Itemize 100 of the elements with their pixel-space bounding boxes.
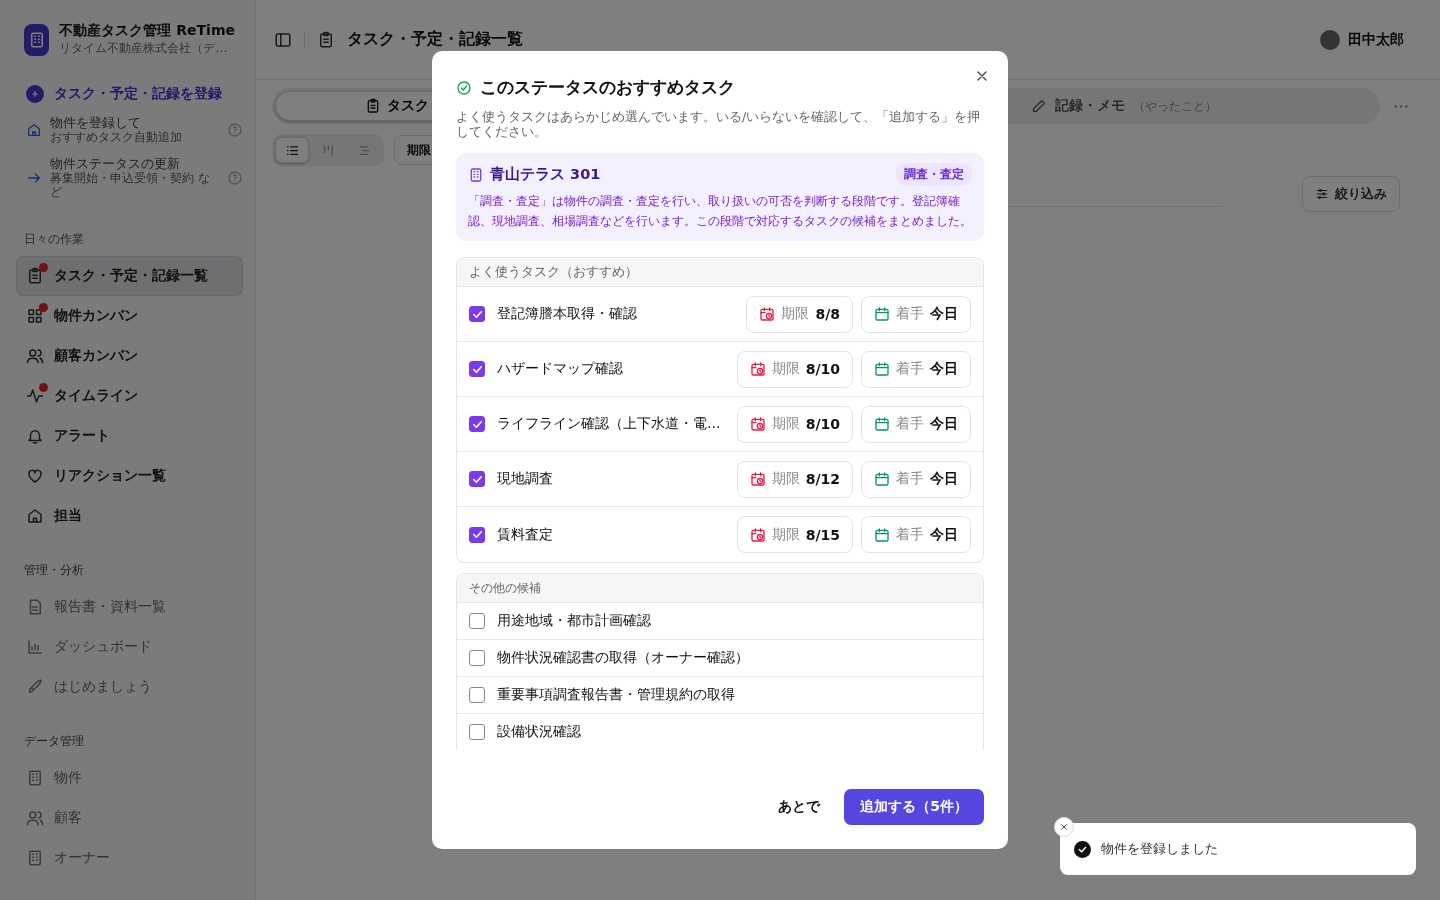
nav-item[interactable]: ダッシュボード [16, 627, 243, 667]
filter-icon [1315, 187, 1329, 201]
checkbox[interactable] [469, 471, 485, 487]
nav-item[interactable]: アラート [16, 416, 243, 456]
later-button[interactable]: あとで [766, 790, 833, 824]
users-icon [26, 809, 44, 827]
checkbox[interactable] [469, 650, 485, 666]
bar-chart-icon [26, 638, 44, 656]
helper-subtitle: 募集開始・申込受領・契約 など [50, 171, 211, 199]
task-name: ハザードマップ確認 [497, 360, 623, 378]
toast-message: 物件を登録しました [1101, 840, 1218, 858]
due-date-button[interactable]: 期限 8/8 [746, 295, 853, 333]
help-icon [227, 169, 243, 186]
dialog-description: よく使うタスクはあらかじめ選んでいます。いる/いらないを確認して、「追加する」を押してください。 [456, 109, 982, 139]
dialog-title: このステータスのおすすめタスク [480, 76, 735, 99]
toast-close-button[interactable] [1054, 817, 1074, 837]
helper-title[interactable]: 物件ステータスの更新 [50, 156, 219, 171]
check-icon [470, 528, 484, 541]
grid-icon [26, 307, 44, 325]
company-name: リタイム不動産株式会社（デ… [59, 40, 229, 57]
calendar-icon [874, 361, 890, 377]
nav-item[interactable]: タスク・予定・記録一覧 [16, 256, 243, 296]
checkbox[interactable] [469, 416, 485, 432]
task-name: 賃料査定 [497, 525, 553, 544]
calendar-icon [874, 526, 890, 543]
more-icon[interactable] [1394, 104, 1408, 108]
nav-item[interactable]: 物件カンバン [16, 296, 243, 336]
building-icon [26, 769, 44, 787]
user-name[interactable]: 田中太郎 [1348, 30, 1404, 49]
filter-button[interactable]: 絞り込み [1302, 176, 1400, 212]
checkbox[interactable] [469, 306, 485, 322]
task-name: 用途地域・都市計画確認 [497, 612, 651, 630]
bell-icon [26, 427, 44, 445]
due-date-button[interactable]: 期限 8/12 [736, 460, 853, 498]
task-name: 現地調査 [497, 470, 553, 488]
nav-item[interactable]: はじめましょう [16, 667, 243, 707]
calendar-icon [874, 306, 890, 322]
view-button[interactable] [275, 137, 309, 163]
start-date-button[interactable]: 着手 今日 [861, 405, 971, 443]
clipboard-icon [26, 267, 44, 285]
nav-item[interactable]: 顧客カンバン [16, 336, 243, 376]
task-name: 設備状況確認 [497, 723, 581, 741]
task-name: 物件状況確認書の取得（オーナー確認） [497, 649, 749, 667]
checkbox[interactable] [469, 613, 485, 629]
property-name: 青山テラス 301 [490, 165, 601, 184]
task-name: 登記簿謄本取得・確認 [497, 305, 637, 323]
task-name: ライフライン確認（上下水道・電… [497, 415, 721, 433]
checkbox[interactable] [469, 361, 485, 377]
nav-item[interactable]: タイムライン [16, 376, 243, 416]
section-label: 管理・分析 [23, 562, 85, 579]
building-icon [468, 166, 484, 183]
add-button[interactable]: 追加する（5件） [844, 789, 984, 825]
heart-icon [26, 467, 44, 485]
nav-item[interactable]: リアクション一覧 [16, 456, 243, 496]
nav-item[interactable]: オーナー [16, 838, 243, 878]
calendar-icon [874, 471, 890, 487]
pulse-icon [26, 387, 44, 405]
start-date-button[interactable]: 着手 今日 [861, 295, 971, 333]
checkbox[interactable] [469, 526, 485, 543]
building-icon [26, 849, 44, 867]
avatar[interactable] [1320, 29, 1340, 50]
group-header: その他の候補 [457, 574, 983, 603]
page-title: タスク・予定・記録一覧 [347, 29, 523, 50]
checkbox[interactable] [469, 724, 485, 740]
section-label: データ管理 [23, 733, 85, 750]
nav-item[interactable]: 顧客 [16, 798, 243, 838]
calendar-clock-icon [749, 361, 766, 377]
section-label: 日々の作業 [23, 231, 85, 248]
status-tag: 調査・査定 [896, 163, 972, 186]
help-icon [227, 121, 243, 138]
app-title: 不動産タスク管理 ReTime [59, 22, 235, 40]
users-icon [26, 347, 44, 365]
pencil-icon [1030, 98, 1047, 114]
status-description: 「調査・査定」は物件の調査・査定を行い、取り扱いの可否を判断する段階です。登記簿確認、現地調査、相場調査などを行います。この段階で対応するタスクの候補をまとめました。 [468, 193, 972, 230]
start-date-button[interactable]: 着手 今日 [861, 350, 971, 388]
nav-item[interactable]: 報告書・資料一覧 [16, 587, 243, 627]
calendar-clock-icon [749, 471, 766, 487]
start-date-button[interactable]: 着手 今日 [861, 516, 971, 553]
due-date-button[interactable]: 期限 8/15 [736, 516, 853, 553]
helper-subtitle: おすすめタスク自動追加 [50, 130, 183, 144]
check-circle-icon [456, 79, 472, 96]
clipboard-icon [365, 98, 381, 114]
due-date-button[interactable]: 期限 8/10 [736, 350, 853, 388]
helper-title[interactable]: 物件を登録して [50, 115, 219, 130]
nav-item[interactable]: 物件 [16, 758, 243, 798]
sidebar-toggle-icon [274, 30, 292, 49]
close-icon [1059, 822, 1069, 832]
create-link[interactable]: タスク・予定・記録を登録 [16, 79, 243, 109]
nav-item[interactable]: 担当 [16, 496, 243, 536]
house-icon [26, 121, 42, 138]
house-icon [26, 507, 44, 525]
task-name: 重要事項調査報告書・管理規約の取得 [497, 686, 735, 704]
checkbox[interactable] [469, 687, 485, 703]
group-header: よく使うタスク（おすすめ） [457, 258, 983, 287]
due-date-button[interactable]: 期限 8/10 [736, 405, 853, 443]
start-date-button[interactable]: 着手 今日 [861, 460, 971, 498]
calendar-clock-icon [749, 526, 766, 543]
clipboard-icon [317, 30, 335, 49]
calendar-clock-icon [749, 416, 766, 432]
calendar-icon [874, 416, 890, 432]
